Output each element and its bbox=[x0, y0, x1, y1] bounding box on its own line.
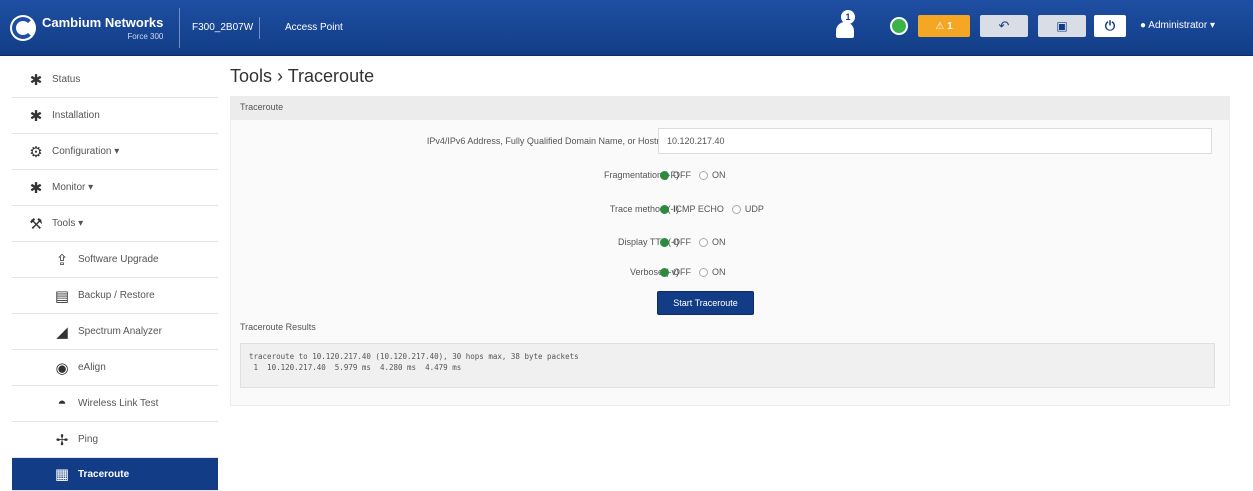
fragmentation-on-radio[interactable] bbox=[699, 170, 708, 180]
brand-name: Cambium Networks bbox=[42, 14, 164, 30]
results-output: traceroute to 10.120.217.40 (10.120.217.… bbox=[240, 343, 1215, 388]
warning-button[interactable]: ⚠ 1 bbox=[918, 15, 970, 37]
device-mode: Access Point bbox=[285, 22, 343, 33]
fragmentation-off-label: OFF bbox=[673, 170, 691, 180]
trace-method-udp-radio[interactable] bbox=[731, 204, 741, 214]
trace-method-options: ICMP ECHO UDP bbox=[660, 204, 772, 214]
fragmentation-off-radio[interactable] bbox=[660, 170, 669, 180]
link-test-icon: ◓ bbox=[57, 395, 67, 412]
sidebar-item-wireless-link-test[interactable]: ◓ Wireless Link Test bbox=[12, 386, 218, 422]
brand-logo[interactable]: Cambium Networks Force 300 bbox=[10, 8, 180, 48]
verbose-off-radio[interactable] bbox=[660, 267, 669, 277]
sidebar-item-label: Configuration bbox=[52, 146, 112, 157]
trace-method-icmp-label: ICMP ECHO bbox=[673, 204, 724, 214]
user-name: Administrator bbox=[1148, 20, 1208, 31]
sidebar-item-label: Status bbox=[52, 74, 81, 85]
page-title: Tools › Traceroute bbox=[230, 66, 374, 87]
sidebar-item-label: Ping bbox=[78, 434, 99, 445]
warning-icon: ⚠ bbox=[935, 20, 948, 32]
address-label: IPv4/IPv6 Address, Fully Qualified Domai… bbox=[426, 136, 679, 146]
breadcrumb-separator: › bbox=[277, 66, 288, 86]
sidebar-item-label: Wireless Link Test bbox=[78, 398, 159, 409]
verbose-on-label: ON bbox=[712, 267, 726, 277]
cambium-logo-icon bbox=[10, 15, 36, 41]
fragmentation-options: OFF ON bbox=[660, 170, 734, 180]
power-icon: ⏻ bbox=[1104, 18, 1116, 33]
brand-sub: Force 300 bbox=[127, 31, 164, 41]
sidebar-item-status[interactable]: ✱ Status bbox=[12, 62, 218, 98]
display-ttl-off-radio[interactable] bbox=[660, 237, 669, 247]
undo-button[interactable]: ↶ bbox=[980, 15, 1028, 37]
trace-method-udp-label: UDP bbox=[744, 204, 764, 214]
verbose-options: OFF ON bbox=[660, 267, 734, 277]
traceroute-icon: ▦ bbox=[54, 466, 70, 483]
start-traceroute-button[interactable]: Start Traceroute bbox=[657, 291, 754, 315]
sidebar-item-spectrum-analyzer[interactable]: ◢ Spectrum Analyzer bbox=[12, 314, 218, 350]
sidebar-item-label: Monitor bbox=[52, 182, 86, 193]
wrench-icon: ⚒ bbox=[29, 215, 43, 233]
trace-method-icmp-radio[interactable] bbox=[660, 204, 669, 214]
top-bar: Cambium Networks Force 300 F300_2B07W Ac… bbox=[0, 0, 1253, 56]
upgrade-icon: ⇪ bbox=[55, 251, 69, 269]
pulse-icon: ✱ bbox=[29, 71, 43, 89]
display-ttl-options: OFF ON bbox=[660, 237, 734, 247]
sidebar: ✱ Status ✱ Installation ⚙ Configuration … bbox=[12, 62, 218, 491]
sidebar-item-label: Installation bbox=[52, 110, 100, 121]
sidebar-item-ping[interactable]: ✢ Ping bbox=[12, 422, 218, 458]
verbose-on-radio[interactable] bbox=[699, 267, 708, 277]
page-title-subsection: Traceroute bbox=[287, 66, 375, 86]
sidebar-item-label: Tools bbox=[52, 218, 76, 229]
results-label: Traceroute Results bbox=[240, 322, 316, 332]
address-input[interactable]: 10.120.217.40 bbox=[658, 128, 1212, 154]
sidebar-item-installation[interactable]: ✱ Installation bbox=[12, 98, 218, 134]
sidebar-item-label: Software Upgrade bbox=[78, 254, 159, 265]
notification-badge: 1 bbox=[841, 10, 855, 24]
section-title: Traceroute bbox=[230, 96, 1230, 120]
undo-icon: ↶ bbox=[998, 18, 1010, 33]
sidebar-item-configuration[interactable]: ⚙ Configuration ▾ bbox=[12, 134, 218, 170]
user-menu[interactable]: ● Administrator ▾ bbox=[1140, 20, 1215, 31]
gear-icon: ⚙ bbox=[29, 143, 43, 161]
sidebar-item-label: Traceroute bbox=[78, 468, 130, 480]
reboot-button[interactable]: ⏻ bbox=[1094, 15, 1126, 37]
bell-icon bbox=[836, 22, 854, 38]
sidebar-item-traceroute[interactable]: ▦ Traceroute bbox=[12, 458, 218, 491]
fragmentation-on-label: ON bbox=[712, 170, 726, 180]
spectrum-icon: ◢ bbox=[56, 323, 68, 341]
sidebar-item-backup-restore[interactable]: ▤ Backup / Restore bbox=[12, 278, 218, 314]
sidebar-item-label: Spectrum Analyzer bbox=[78, 326, 162, 337]
sidebar-item-ealign[interactable]: ◉ eAlign bbox=[12, 350, 218, 386]
page-title-section: Tools bbox=[230, 66, 273, 86]
align-icon: ◉ bbox=[55, 359, 69, 377]
warning-count: 1 bbox=[947, 20, 953, 32]
display-ttl-on-label: ON bbox=[712, 237, 726, 247]
display-ttl-on-radio[interactable] bbox=[699, 237, 708, 247]
save-button[interactable]: ▣ bbox=[1038, 15, 1086, 37]
install-icon: ✱ bbox=[29, 107, 43, 125]
sidebar-item-label: Backup / Restore bbox=[78, 290, 155, 301]
sidebar-item-monitor[interactable]: ✱ Monitor ▾ bbox=[12, 170, 218, 206]
sidebar-item-software-upgrade[interactable]: ⇪ Software Upgrade bbox=[12, 242, 218, 278]
sidebar-item-label: eAlign bbox=[78, 362, 106, 373]
display-ttl-off-label: OFF bbox=[673, 237, 691, 247]
save-icon: ▣ bbox=[1056, 19, 1068, 33]
status-ok-icon[interactable] bbox=[890, 17, 908, 35]
device-name: F300_2B07W bbox=[192, 17, 260, 39]
ping-icon: ✢ bbox=[55, 431, 69, 449]
sidebar-item-tools[interactable]: ⚒ Tools ▾ bbox=[12, 206, 218, 242]
notifications-button[interactable]: 1 bbox=[833, 10, 857, 40]
verbose-off-label: OFF bbox=[673, 267, 691, 277]
backup-icon: ▤ bbox=[54, 287, 70, 305]
chevron-down-icon: ▾ bbox=[1209, 20, 1215, 31]
monitor-icon: ✱ bbox=[29, 179, 43, 197]
